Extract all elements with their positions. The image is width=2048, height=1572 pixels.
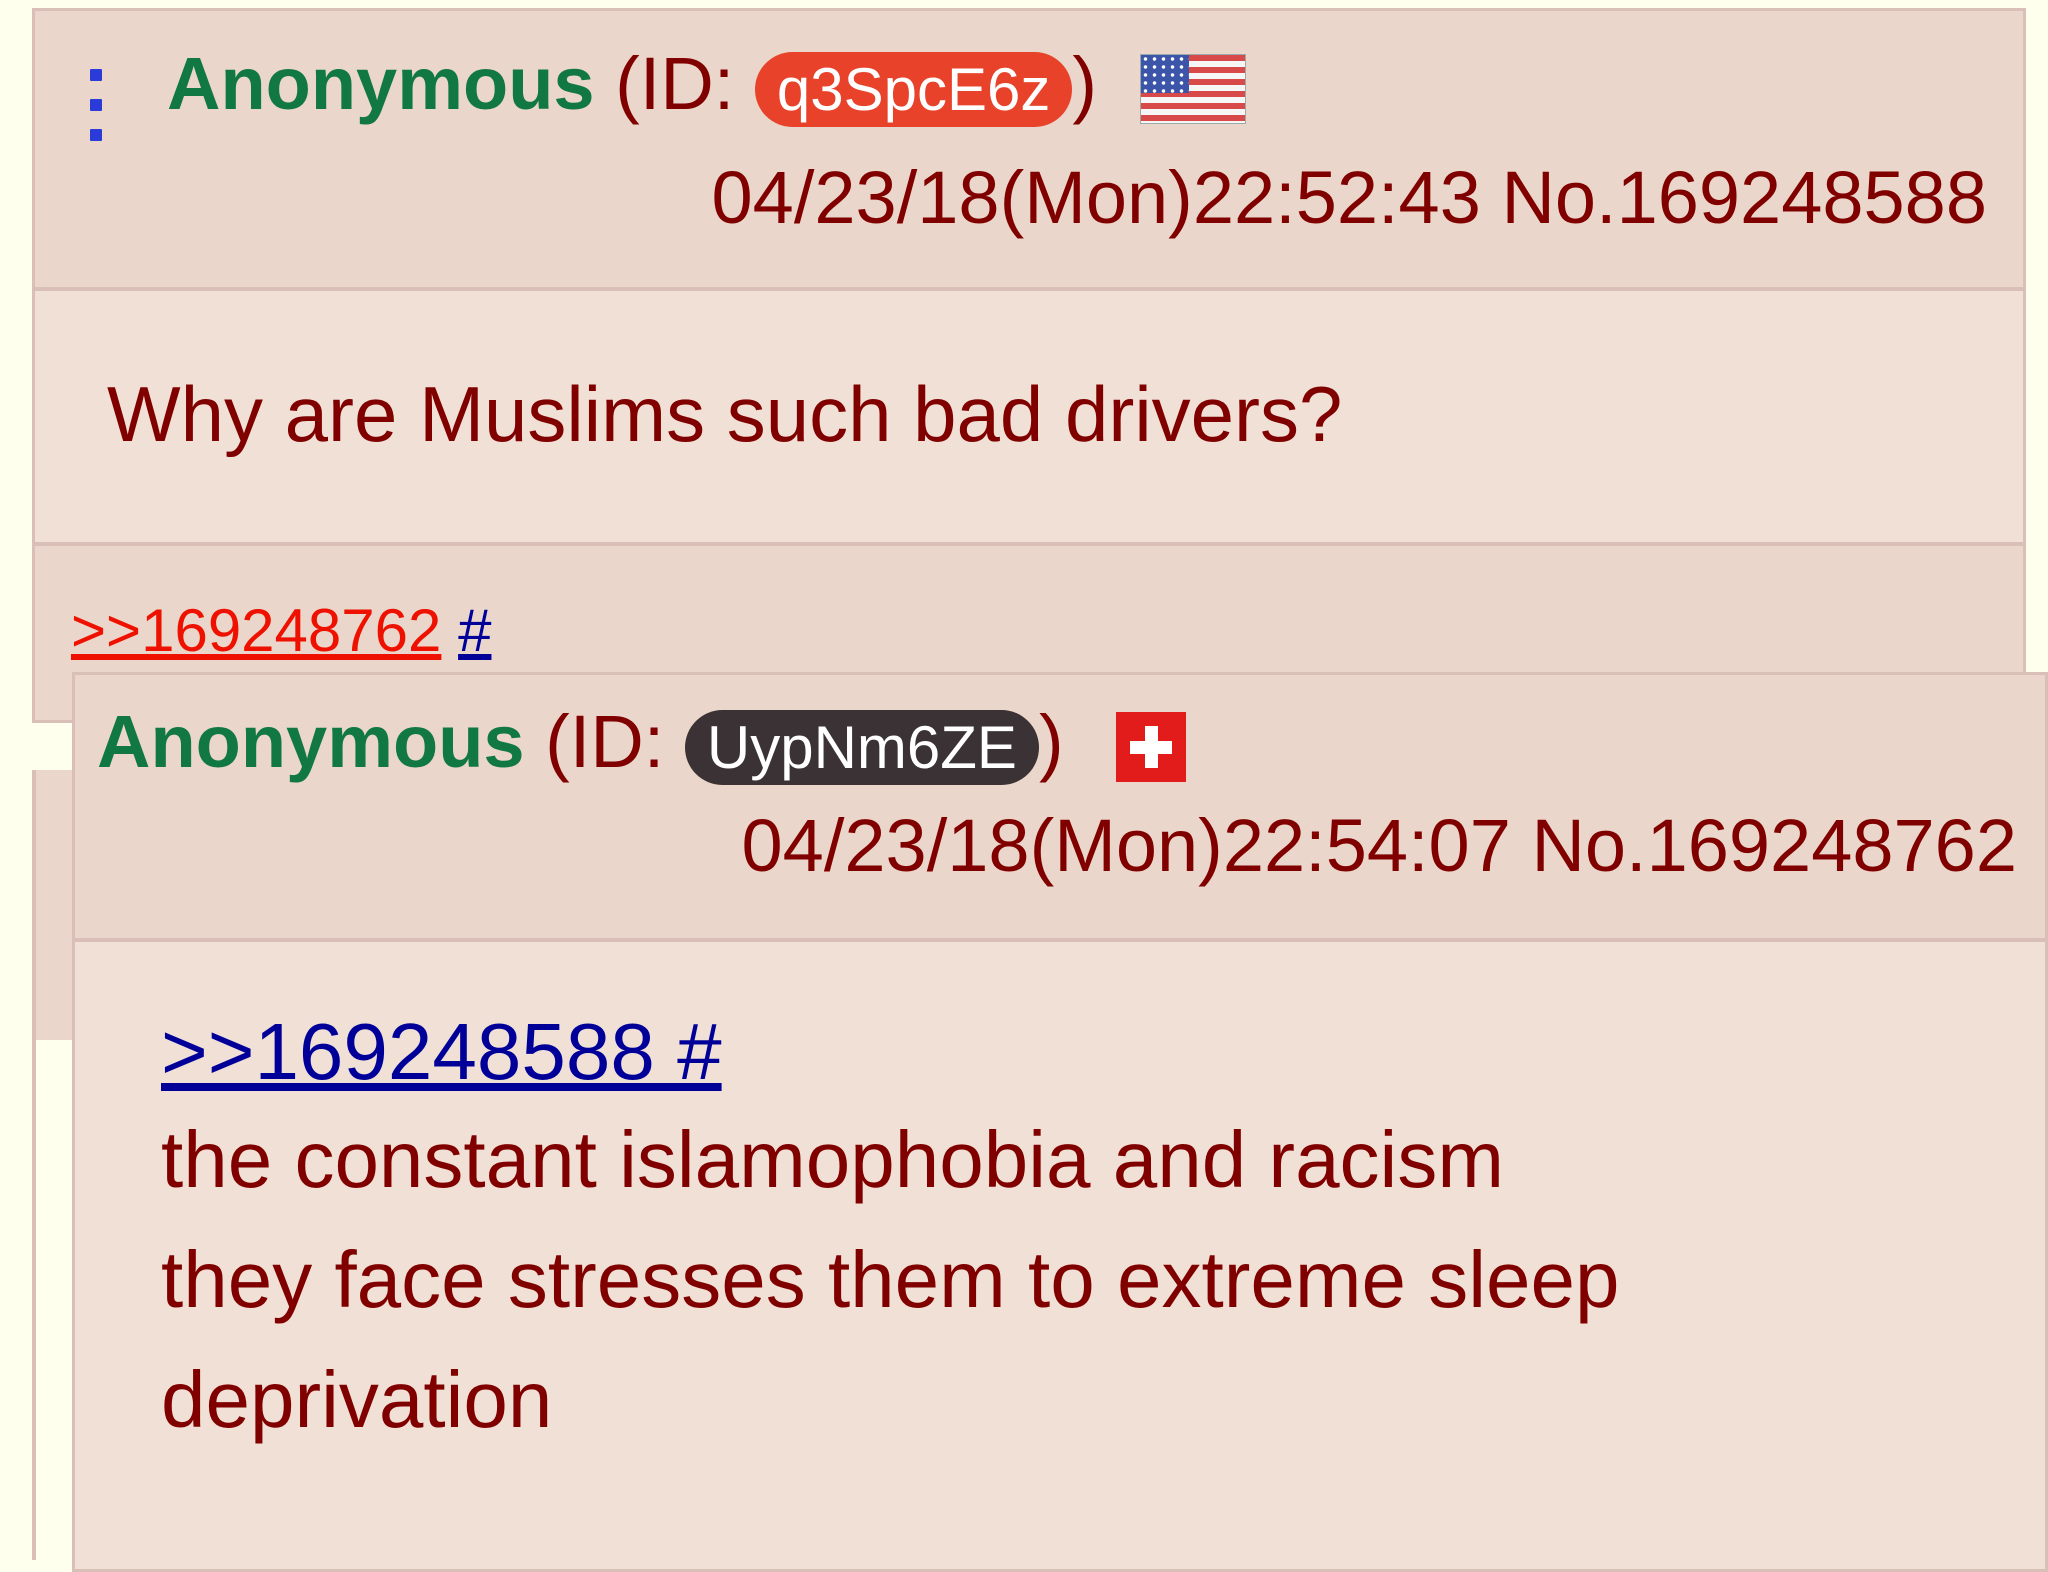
post-number[interactable]: No.169248588 bbox=[1501, 156, 1987, 239]
poster-id-close: ) bbox=[1072, 42, 1098, 125]
quote-link-169248588[interactable]: >>169248588 # bbox=[161, 1007, 722, 1096]
poster-id-close: ) bbox=[1038, 700, 1064, 783]
reply-post-meta: 04/23/18(Mon)22:54:07 No.169248762 bbox=[742, 809, 2017, 883]
poster-id-open: (ID: bbox=[545, 700, 665, 783]
reply-comment-line: they face stresses them to extreme sleep bbox=[161, 1235, 1620, 1324]
post-number[interactable]: No.169248762 bbox=[1531, 804, 2017, 887]
page-background-strip bbox=[0, 725, 32, 1554]
poster-name: Anonymous bbox=[167, 42, 595, 125]
post-menu-icon[interactable] bbox=[89, 69, 103, 141]
reply-post-info: Anonymous (ID: UypNm6ZE) bbox=[97, 705, 1187, 785]
post-comment: Why are Muslims such bad drivers? bbox=[107, 370, 1343, 458]
op-post-meta: 04/23/18(Mon)22:52:43 No.169248588 bbox=[712, 161, 1987, 235]
hidden-post-edge bbox=[32, 770, 72, 1040]
poster-id-badge[interactable]: UypNm6ZE bbox=[684, 709, 1039, 785]
reply-post-preview: Anonymous (ID: UypNm6ZE) 04/23/18(Mon)22… bbox=[72, 672, 2048, 1572]
op-post: Anonymous (ID: q3SpcE6z) 04/23/18(Mon)22… bbox=[32, 8, 2026, 723]
op-post-header: Anonymous (ID: q3SpcE6z) 04/23/18(Mon)22… bbox=[35, 11, 2023, 291]
reply-comment-line: deprivation bbox=[161, 1355, 553, 1444]
op-post-body: Why are Muslims such bad drivers? bbox=[35, 291, 2023, 546]
backlink-169248762[interactable]: >>169248762 bbox=[71, 597, 441, 664]
reply-comment-line: the constant islamophobia and racism bbox=[161, 1115, 1504, 1204]
poster-name: Anonymous bbox=[97, 700, 525, 783]
poster-id-open: (ID: bbox=[615, 42, 735, 125]
post-datetime: 04/23/18(Mon)22:54:07 bbox=[741, 804, 1511, 887]
post-datetime: 04/23/18(Mon)22:52:43 bbox=[711, 156, 1481, 239]
thread-divider bbox=[32, 770, 36, 1560]
poster-id-badge[interactable]: q3SpcE6z bbox=[754, 51, 1073, 127]
backlink-hash-link[interactable]: # bbox=[458, 597, 491, 664]
reply-post-header: Anonymous (ID: UypNm6ZE) 04/23/18(Mon)22… bbox=[75, 675, 2045, 942]
switzerland-flag-icon bbox=[1116, 712, 1187, 783]
us-flag-icon bbox=[1139, 54, 1246, 125]
op-post-info: Anonymous (ID: q3SpcE6z) bbox=[167, 47, 1246, 127]
